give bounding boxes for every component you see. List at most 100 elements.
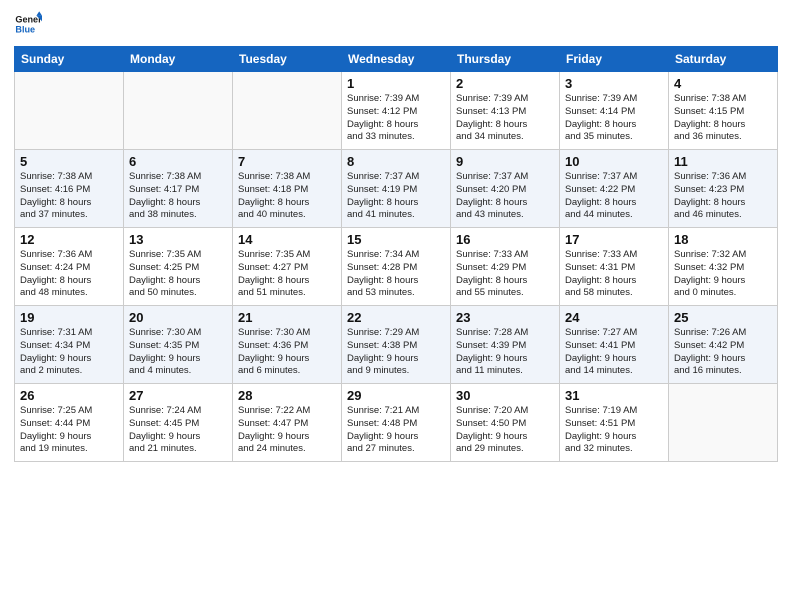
calendar-cell: 21Sunrise: 7:30 AM Sunset: 4:36 PM Dayli…: [233, 306, 342, 384]
day-info: Sunrise: 7:24 AM Sunset: 4:45 PM Dayligh…: [129, 405, 227, 456]
day-number: 16: [456, 232, 554, 247]
day-info: Sunrise: 7:39 AM Sunset: 4:14 PM Dayligh…: [565, 93, 663, 144]
calendar-cell: 6 Sunrise: 7:38 AM Sunset: 4:17 PM Daylig…: [124, 150, 233, 228]
calendar-cell: 14 Sunrise: 7:35 AM Sunset: 4:27 PM Dayli…: [233, 228, 342, 306]
calendar-cell: 19 Sunrise: 7:31 AM Sunset: 4:34 PM Dayli…: [15, 306, 124, 384]
calendar-cell: 10 Sunrise: 7:37 AM Sunset: 4:22 PM Dayli…: [560, 150, 669, 228]
day-info: Sunrise: 7:31 AM Sunset: 4:34 PM Dayligh…: [20, 327, 118, 378]
calendar-cell: [124, 72, 233, 150]
calendar-cell: 23 Sunrise: 7:28 AM Sunset: 4:39 PM Dayli…: [451, 306, 560, 384]
day-number: 6: [129, 154, 227, 169]
calendar-cell: 18 Sunrise: 7:32 AM Sunset: 4:32 PM Dayli…: [669, 228, 778, 306]
day-number: 5: [20, 154, 118, 169]
calendar-cell: 22 Sunrise: 7:29 AM Sunset: 4:38 PM Dayli…: [342, 306, 451, 384]
day-number: 22: [347, 310, 445, 325]
day-number: 27: [129, 388, 227, 403]
day-number: 23: [456, 310, 554, 325]
logo: General Blue: [14, 10, 46, 38]
calendar-cell: 28 Sunrise: 7:22 AM Sunset: 4:47 PM Dayli…: [233, 384, 342, 462]
day-info: Sunrise: 7:28 AM Sunset: 4:39 PM Dayligh…: [456, 327, 554, 378]
calendar-week-4: 26 Sunrise: 7:25 AM Sunset: 4:44 PM Dayli…: [15, 384, 778, 462]
calendar-cell: 9 Sunrise: 7:37 AM Sunset: 4:20 PM Daylig…: [451, 150, 560, 228]
day-number: 17: [565, 232, 663, 247]
calendar-week-1: 5 Sunrise: 7:38 AM Sunset: 4:16 PM Daylig…: [15, 150, 778, 228]
weekday-header-row: SundayMondayTuesdayWednesdayThursdayFrid…: [15, 47, 778, 72]
calendar-cell: 17 Sunrise: 7:33 AM Sunset: 4:31 PM Dayli…: [560, 228, 669, 306]
day-info: Sunrise: 7:38 AM Sunset: 4:16 PM Dayligh…: [20, 171, 118, 222]
day-info: Sunrise: 7:38 AM Sunset: 4:15 PM Dayligh…: [674, 93, 772, 144]
day-info: Sunrise: 7:30 AM Sunset: 4:36 PM Dayligh…: [238, 327, 336, 378]
day-number: 25: [674, 310, 772, 325]
weekday-header-sunday: Sunday: [15, 47, 124, 72]
day-info: Sunrise: 7:27 AM Sunset: 4:41 PM Dayligh…: [565, 327, 663, 378]
day-info: Sunrise: 7:33 AM Sunset: 4:29 PM Dayligh…: [456, 249, 554, 300]
day-info: Sunrise: 7:30 AM Sunset: 4:35 PM Dayligh…: [129, 327, 227, 378]
header: General Blue: [14, 10, 778, 38]
calendar-cell: 12 Sunrise: 7:36 AM Sunset: 4:24 PM Dayli…: [15, 228, 124, 306]
calendar-cell: 15 Sunrise: 7:34 AM Sunset: 4:28 PM Dayli…: [342, 228, 451, 306]
day-info: Sunrise: 7:32 AM Sunset: 4:32 PM Dayligh…: [674, 249, 772, 300]
calendar-cell: 29 Sunrise: 7:21 AM Sunset: 4:48 PM Dayli…: [342, 384, 451, 462]
calendar-cell: [669, 384, 778, 462]
day-number: 29: [347, 388, 445, 403]
weekday-header-wednesday: Wednesday: [342, 47, 451, 72]
day-number: 28: [238, 388, 336, 403]
calendar-cell: 1 Sunrise: 7:39 AM Sunset: 4:12 PM Daylig…: [342, 72, 451, 150]
day-number: 31: [565, 388, 663, 403]
day-info: Sunrise: 7:39 AM Sunset: 4:13 PM Dayligh…: [456, 93, 554, 144]
day-number: 15: [347, 232, 445, 247]
calendar-cell: [15, 72, 124, 150]
day-info: Sunrise: 7:37 AM Sunset: 4:20 PM Dayligh…: [456, 171, 554, 222]
day-info: Sunrise: 7:26 AM Sunset: 4:42 PM Dayligh…: [674, 327, 772, 378]
day-info: Sunrise: 7:21 AM Sunset: 4:48 PM Dayligh…: [347, 405, 445, 456]
day-number: 2: [456, 76, 554, 91]
calendar-cell: 31 Sunrise: 7:19 AM Sunset: 4:51 PM Dayli…: [560, 384, 669, 462]
day-info: Sunrise: 7:34 AM Sunset: 4:28 PM Dayligh…: [347, 249, 445, 300]
day-number: 14: [238, 232, 336, 247]
day-info: Sunrise: 7:35 AM Sunset: 4:25 PM Dayligh…: [129, 249, 227, 300]
day-info: Sunrise: 7:22 AM Sunset: 4:47 PM Dayligh…: [238, 405, 336, 456]
day-number: 8: [347, 154, 445, 169]
calendar-cell: 4 Sunrise: 7:38 AM Sunset: 4:15 PM Daylig…: [669, 72, 778, 150]
day-number: 12: [20, 232, 118, 247]
page: General Blue SundayMondayTuesdayWednesda…: [0, 0, 792, 612]
day-number: 26: [20, 388, 118, 403]
calendar-week-0: 1 Sunrise: 7:39 AM Sunset: 4:12 PM Daylig…: [15, 72, 778, 150]
day-number: 30: [456, 388, 554, 403]
calendar-cell: 30 Sunrise: 7:20 AM Sunset: 4:50 PM Dayli…: [451, 384, 560, 462]
calendar-cell: [233, 72, 342, 150]
day-number: 13: [129, 232, 227, 247]
day-info: Sunrise: 7:20 AM Sunset: 4:50 PM Dayligh…: [456, 405, 554, 456]
day-info: Sunrise: 7:19 AM Sunset: 4:51 PM Dayligh…: [565, 405, 663, 456]
day-info: Sunrise: 7:29 AM Sunset: 4:38 PM Dayligh…: [347, 327, 445, 378]
day-number: 10: [565, 154, 663, 169]
day-number: 4: [674, 76, 772, 91]
calendar-cell: 20Sunrise: 7:30 AM Sunset: 4:35 PM Dayli…: [124, 306, 233, 384]
day-info: Sunrise: 7:37 AM Sunset: 4:22 PM Dayligh…: [565, 171, 663, 222]
calendar-cell: 8Sunrise: 7:37 AM Sunset: 4:19 PM Daylig…: [342, 150, 451, 228]
calendar-cell: 26 Sunrise: 7:25 AM Sunset: 4:44 PM Dayli…: [15, 384, 124, 462]
calendar-cell: 27 Sunrise: 7:24 AM Sunset: 4:45 PM Dayli…: [124, 384, 233, 462]
day-number: 1: [347, 76, 445, 91]
weekday-header-friday: Friday: [560, 47, 669, 72]
day-number: 9: [456, 154, 554, 169]
calendar-cell: 16 Sunrise: 7:33 AM Sunset: 4:29 PM Dayli…: [451, 228, 560, 306]
day-number: 3: [565, 76, 663, 91]
day-info: Sunrise: 7:35 AM Sunset: 4:27 PM Dayligh…: [238, 249, 336, 300]
calendar-week-3: 19 Sunrise: 7:31 AM Sunset: 4:34 PM Dayli…: [15, 306, 778, 384]
weekday-header-saturday: Saturday: [669, 47, 778, 72]
calendar-table: SundayMondayTuesdayWednesdayThursdayFrid…: [14, 46, 778, 462]
day-number: 19: [20, 310, 118, 325]
day-info: Sunrise: 7:25 AM Sunset: 4:44 PM Dayligh…: [20, 405, 118, 456]
day-number: 7: [238, 154, 336, 169]
day-info: Sunrise: 7:36 AM Sunset: 4:24 PM Dayligh…: [20, 249, 118, 300]
calendar-cell: 5 Sunrise: 7:38 AM Sunset: 4:16 PM Daylig…: [15, 150, 124, 228]
day-info: Sunrise: 7:39 AM Sunset: 4:12 PM Dayligh…: [347, 93, 445, 144]
calendar-cell: 2 Sunrise: 7:39 AM Sunset: 4:13 PM Daylig…: [451, 72, 560, 150]
day-number: 18: [674, 232, 772, 247]
day-info: Sunrise: 7:33 AM Sunset: 4:31 PM Dayligh…: [565, 249, 663, 300]
day-info: Sunrise: 7:38 AM Sunset: 4:18 PM Dayligh…: [238, 171, 336, 222]
calendar-cell: 11Sunrise: 7:36 AM Sunset: 4:23 PM Dayli…: [669, 150, 778, 228]
day-info: Sunrise: 7:38 AM Sunset: 4:17 PM Dayligh…: [129, 171, 227, 222]
calendar-cell: 3 Sunrise: 7:39 AM Sunset: 4:14 PM Daylig…: [560, 72, 669, 150]
